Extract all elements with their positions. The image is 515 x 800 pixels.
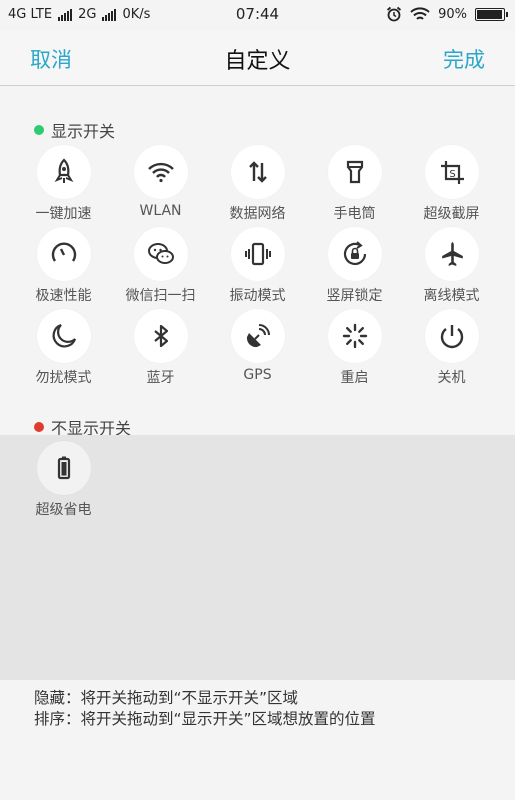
toggle-label: 离线模式: [423, 288, 480, 304]
power-icon: [440, 325, 463, 349]
page-title: 自定义: [224, 49, 291, 74]
toggle-boost[interactable]: 一键加速: [15, 145, 112, 227]
toggle-rotation-lock-circle: [327, 227, 382, 281]
battery-icon: [57, 456, 70, 480]
toggle-wechat-scan-circle: [133, 227, 188, 281]
toggle-flashlight[interactable]: 手电筒: [306, 145, 403, 227]
toggle-label: 微信扫一扫: [125, 288, 196, 304]
toggle-power-off[interactable]: 关机: [403, 309, 500, 391]
toggle-dnd-circle: [36, 309, 91, 363]
status-right: 90%: [386, 6, 508, 22]
toggle-label: 超级省电: [35, 502, 92, 518]
rocket-icon: [54, 158, 73, 183]
wifi-status-icon: [410, 6, 430, 20]
green-dot-icon: [34, 125, 44, 135]
speedometer-icon: [51, 242, 76, 262]
toggle-performance-circle: [36, 227, 91, 281]
toggle-label: 超级截屏: [423, 206, 480, 222]
alarm-icon: [387, 6, 402, 22]
toggle-wechat-scan[interactable]: 微信扫一扫: [112, 227, 209, 309]
toggle-restart-circle: [327, 309, 382, 363]
toggle-data[interactable]: 数据网络: [209, 145, 306, 227]
instruction-hide: 隐藏：将开关拖动到“不显示开关”区域: [34, 689, 299, 707]
toggle-airplane[interactable]: 离线模式: [403, 227, 500, 309]
shown-section-label: 显示开关: [51, 122, 116, 141]
toggle-label: 一键加速: [35, 206, 92, 222]
done-button[interactable]: 完成: [443, 44, 485, 74]
svg-text:S: S: [449, 169, 455, 180]
toggle-label: GPS: [243, 367, 272, 383]
battery-percent: 90%: [438, 6, 467, 22]
toggle-label: 极速性能: [35, 288, 92, 304]
toggle-airplane-circle: [424, 227, 479, 281]
nav-bar: 取消 自定义 完成: [0, 30, 515, 86]
red-dot-icon: [34, 422, 44, 432]
wifi-icon: [147, 162, 174, 183]
toggle-wlan[interactable]: WLAN: [112, 145, 209, 227]
toggle-label: 勿扰模式: [35, 370, 92, 386]
toggle-vibrate[interactable]: 振动模式: [209, 227, 306, 309]
toggle-label: 振动模式: [229, 288, 286, 304]
toggle-rotation-lock[interactable]: 竖屏锁定: [306, 227, 403, 309]
wechat-icon: [147, 243, 174, 264]
toggle-bluetooth-circle: [133, 309, 188, 363]
toggle-boost-circle: [36, 145, 91, 199]
toggle-label: 手电筒: [333, 206, 376, 222]
toggle-restart[interactable]: 重启: [306, 309, 403, 391]
toggle-label: 重启: [340, 370, 369, 386]
shown-section-title: 显示开关: [34, 118, 115, 142]
gps-icon: [246, 324, 270, 348]
screenshot-icon: S: [440, 161, 464, 184]
toggle-screenshot-circle: S: [424, 145, 479, 199]
rotation-lock-icon: [343, 241, 366, 266]
instruction-sort: 排序：将开关拖动到“显示开关”区域想放置的位置: [34, 710, 376, 728]
moon-icon: [52, 323, 76, 348]
toggle-power-off-circle: [424, 309, 479, 363]
status-bar: 4G LTE 2G 0K/s 07:44 90%: [0, 0, 515, 30]
toggle-bluetooth[interactable]: 蓝牙: [112, 309, 209, 391]
vibrate-icon: [244, 242, 271, 266]
toggle-data-circle: [230, 145, 285, 199]
toggle-super-power-saving[interactable]: 超级省电: [15, 441, 112, 523]
toggle-screenshot[interactable]: S 超级截屏: [403, 145, 500, 227]
toggle-label: 数据网络: [229, 206, 286, 222]
toggle-super-power-saving-circle: [36, 441, 91, 495]
toggle-wlan-circle: [133, 145, 188, 199]
hidden-drop-area[interactable]: 超级省电: [0, 435, 515, 680]
toggle-label: WLAN: [139, 203, 182, 219]
data-arrows-icon: [248, 161, 267, 183]
bluetooth-icon: [153, 324, 168, 348]
toggle-vibrate-circle: [230, 227, 285, 281]
battery-status-icon: [475, 7, 508, 21]
toggle-performance[interactable]: 极速性能: [15, 227, 112, 309]
battery-fill: [477, 9, 503, 19]
flashlight-icon: [346, 160, 363, 184]
restart-icon: [342, 323, 367, 349]
airplane-icon: [441, 242, 463, 266]
toggle-label: 蓝牙: [146, 370, 175, 386]
toggle-label: 竖屏锁定: [326, 288, 383, 304]
toggle-gps[interactable]: GPS: [209, 309, 306, 391]
toggle-flashlight-circle: [327, 145, 382, 199]
toggle-dnd[interactable]: 勿扰模式: [15, 309, 112, 391]
toggle-label: 关机: [437, 370, 466, 386]
instructions: 隐藏：将开关拖动到“不显示开关”区域 排序：将开关拖动到“显示开关”区域想放置的…: [34, 688, 376, 730]
toggle-gps-circle: [230, 309, 285, 363]
